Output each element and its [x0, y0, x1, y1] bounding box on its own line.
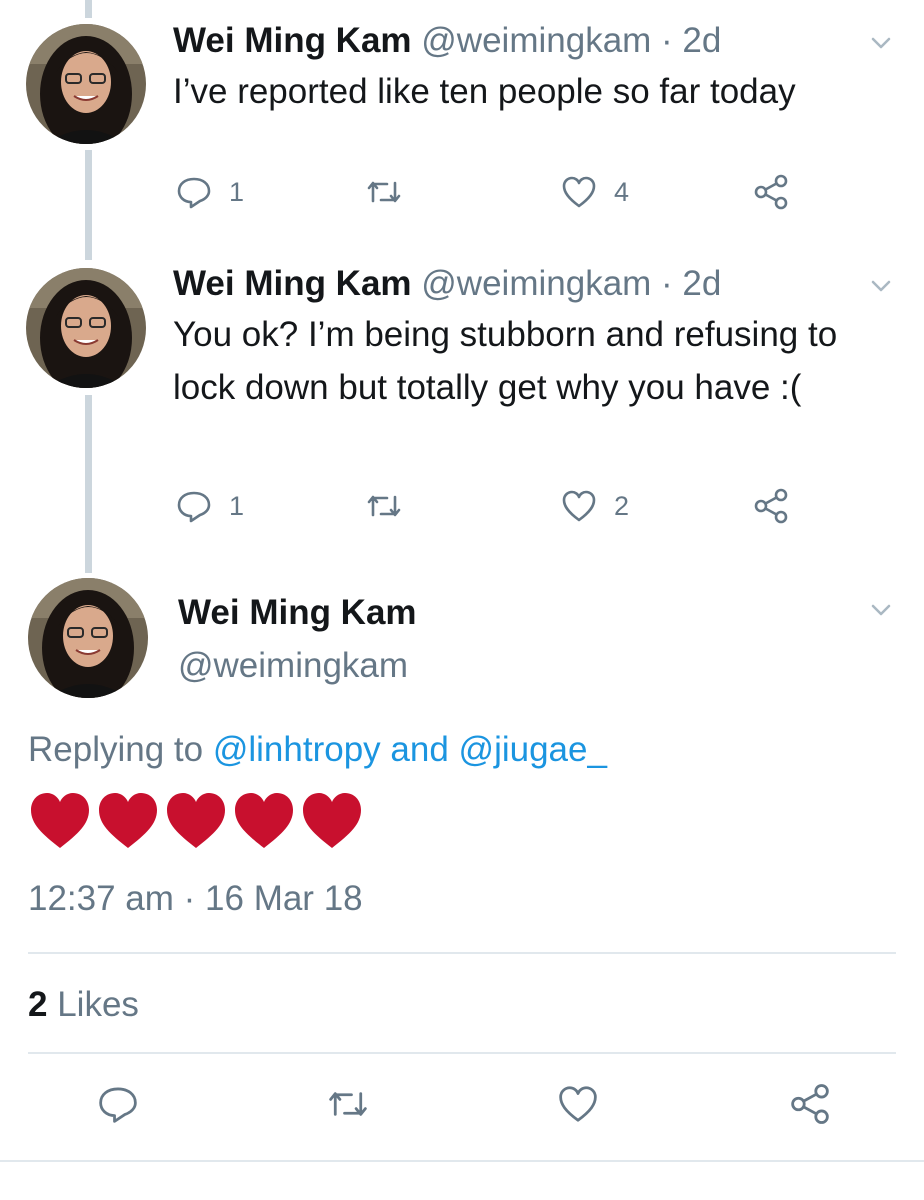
red-heart-icon — [164, 790, 228, 852]
divider — [28, 1052, 896, 1054]
share-button[interactable] — [788, 1084, 832, 1124]
heart-outline-icon — [556, 1082, 600, 1126]
red-heart-icon — [300, 790, 364, 852]
like-button[interactable]: 2 — [560, 486, 629, 526]
share-icon — [788, 1082, 832, 1126]
tweet-actions: 1 4 — [0, 172, 924, 212]
reply-icon — [175, 173, 213, 211]
tweet-timestamp[interactable]: 12:37 am · 16 Mar 18 — [28, 876, 363, 922]
mention-link[interactable]: @linhtropy — [213, 730, 381, 769]
tweet-header: Wei Ming Kam @weimingkam · 2d — [173, 263, 721, 305]
avatar[interactable] — [26, 24, 146, 144]
retweet-button[interactable] — [365, 486, 403, 526]
reply-button[interactable] — [96, 1084, 140, 1124]
replying-and: and — [390, 730, 449, 769]
retweet-icon — [365, 173, 403, 211]
retweet-button[interactable] — [365, 172, 403, 212]
likes-count: 2 — [28, 985, 48, 1024]
tweet-header: Wei Ming Kam @weimingkam · 2d — [173, 20, 721, 62]
like-button[interactable] — [556, 1084, 600, 1124]
author-handle[interactable]: @weimingkam — [421, 21, 651, 60]
share-icon — [752, 487, 790, 525]
tweet-time[interactable]: · 2d — [661, 21, 721, 60]
share-button[interactable] — [752, 486, 790, 526]
like-button[interactable]: 4 — [560, 172, 629, 212]
replying-prefix: Replying to — [28, 730, 204, 769]
share-button[interactable] — [752, 172, 790, 212]
replying-to: Replying to @linhtropy and @jiugae_ — [28, 727, 607, 773]
reply-button[interactable]: 1 — [175, 486, 244, 526]
avatar[interactable] — [26, 268, 146, 388]
chevron-down-icon[interactable] — [868, 597, 894, 623]
mention-link[interactable]: @jiugae_ — [459, 730, 607, 769]
author-name[interactable]: Wei Ming Kam — [173, 21, 412, 60]
reply-icon — [175, 487, 213, 525]
chevron-down-icon[interactable] — [868, 30, 894, 56]
reply-icon — [96, 1082, 140, 1126]
divider — [0, 1160, 924, 1162]
divider — [28, 952, 896, 954]
retweet-button[interactable] — [326, 1084, 370, 1124]
likes-summary[interactable]: 2 Likes — [28, 982, 139, 1028]
retweet-icon — [326, 1082, 370, 1126]
red-heart-icon — [28, 790, 92, 852]
tweet-text — [28, 790, 364, 852]
avatar[interactable] — [28, 578, 148, 698]
like-count: 4 — [614, 176, 630, 207]
tweet-text: You ok? I’m being stubborn and refusing … — [173, 315, 838, 407]
red-heart-icon — [96, 790, 160, 852]
reply-count: 1 — [229, 176, 245, 207]
share-icon — [752, 173, 790, 211]
heart-outline-icon — [560, 173, 598, 211]
likes-label: Likes — [57, 985, 139, 1024]
author-handle[interactable]: @weimingkam — [178, 644, 408, 688]
chevron-down-icon[interactable] — [868, 273, 894, 299]
heart-outline-icon — [560, 487, 598, 525]
thread-line — [85, 0, 92, 18]
author-name[interactable]: Wei Ming Kam — [173, 264, 412, 303]
reply-count: 1 — [229, 490, 245, 521]
like-count: 2 — [614, 490, 630, 521]
retweet-icon — [365, 487, 403, 525]
thread-line — [85, 395, 92, 573]
reply-button[interactable]: 1 — [175, 172, 244, 212]
author-handle[interactable]: @weimingkam — [421, 264, 651, 303]
author-name[interactable]: Wei Ming Kam — [178, 591, 417, 635]
tweet-text: I’ve reported like ten people so far tod… — [173, 72, 796, 111]
tweet-time[interactable]: · 2d — [661, 264, 721, 303]
red-heart-icon — [232, 790, 296, 852]
tweet-actions — [0, 1084, 924, 1128]
tweet-actions: 1 2 — [0, 486, 924, 526]
